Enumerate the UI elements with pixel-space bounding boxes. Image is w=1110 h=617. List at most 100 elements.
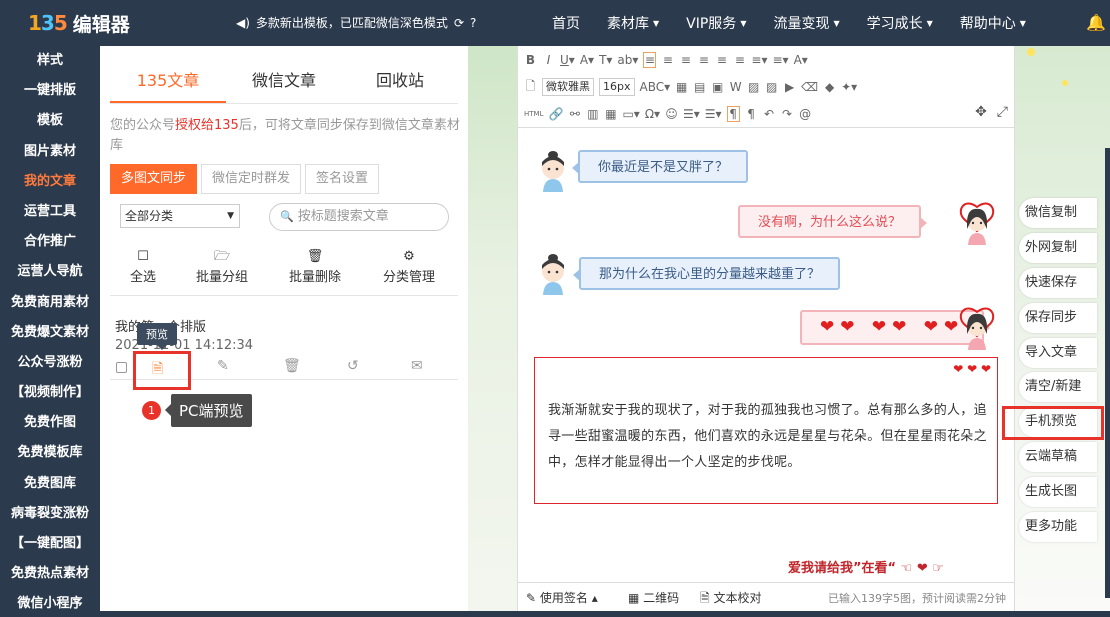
logo[interactable]: 135 编辑器: [28, 9, 130, 37]
sidebar-item[interactable]: 模板: [0, 106, 100, 136]
sidebar-item[interactable]: 免费爆文素材: [0, 318, 100, 348]
link-icon[interactable]: 🔗: [548, 107, 563, 121]
document-icon[interactable]: 🗋: [524, 77, 537, 98]
right-menu-button[interactable]: 外网复制: [1019, 232, 1097, 263]
announcement[interactable]: ◀) 多款新出模板，已匹配微信深色模式 ⟳ ?: [236, 14, 476, 31]
unlink-icon[interactable]: ⚯: [568, 107, 581, 121]
grid-icon[interactable]: ▤: [693, 80, 706, 94]
nav-home[interactable]: 首页: [552, 13, 580, 33]
align-left-icon[interactable]: ≡: [643, 52, 657, 68]
sidebar-item[interactable]: 合作推广: [0, 227, 100, 257]
tab-wechat-articles[interactable]: 微信文章: [226, 66, 342, 103]
right-menu-button[interactable]: 导入文章: [1019, 337, 1097, 368]
word-icon[interactable]: W: [729, 80, 742, 94]
text-style-icon[interactable]: T▾: [599, 53, 612, 67]
eraser-icon[interactable]: ⌫: [801, 80, 818, 94]
sidebar-item[interactable]: 运营人导航: [0, 257, 100, 287]
redo-icon[interactable]: ↷: [781, 107, 794, 121]
sidebar-item[interactable]: 样式: [0, 46, 100, 76]
outdent-icon[interactable]: ≡: [733, 53, 746, 67]
table-icon[interactable]: ▦: [675, 80, 688, 94]
format-painter-icon[interactable]: ▦: [604, 107, 617, 121]
use-signature-button[interactable]: ✎ 使用签名 ▴: [526, 589, 598, 606]
html-source-icon[interactable]: HTML: [524, 110, 543, 118]
gallery-icon[interactable]: ▨: [765, 80, 778, 94]
refresh-icon[interactable]: ⟳: [454, 16, 464, 30]
qrcode-button[interactable]: ▦ 二维码: [628, 589, 679, 606]
right-menu-button[interactable]: 云端草稿: [1019, 442, 1097, 473]
bold-icon[interactable]: B: [524, 53, 537, 67]
indent-icon[interactable]: ≡: [715, 53, 728, 67]
template-icon[interactable]: ▥: [586, 107, 599, 121]
omega-icon[interactable]: Ω▾: [645, 107, 660, 121]
image-icon[interactable]: ▣: [711, 80, 724, 94]
sidebar-item[interactable]: 公众号涨粉: [0, 348, 100, 378]
sidebar-item[interactable]: 我的文章: [0, 167, 100, 197]
find-icon[interactable]: @: [799, 107, 812, 121]
sidebar-item[interactable]: 免费图库: [0, 469, 100, 499]
picture-icon[interactable]: ▨: [747, 80, 760, 94]
italic-icon[interactable]: I: [542, 53, 555, 67]
scrollbar[interactable]: [1105, 148, 1110, 598]
article-search-input[interactable]: 🔍 按标题搜索文章: [269, 203, 449, 231]
select-all-button[interactable]: ☐ 全选: [110, 248, 176, 295]
article-checkbox[interactable]: [116, 362, 127, 373]
right-menu-button[interactable]: 清空/新建: [1019, 372, 1097, 403]
align-right-icon[interactable]: ≡: [679, 53, 692, 67]
fill-icon[interactable]: ◆: [823, 80, 836, 94]
font-size-select[interactable]: 16px: [599, 78, 635, 96]
magic-wand-icon[interactable]: ✦▾: [841, 80, 857, 94]
tab-recycle-bin[interactable]: 回收站: [342, 66, 458, 103]
align-justify-icon[interactable]: ≡: [697, 53, 710, 67]
nav-learning[interactable]: 学习成长 ▼: [867, 13, 933, 33]
ltr-icon[interactable]: ¶: [726, 106, 740, 122]
sidebar-item[interactable]: 运营工具: [0, 197, 100, 227]
help-icon[interactable]: ?: [470, 16, 476, 30]
quote-text-box[interactable]: ❤ ❤ ❤ 我渐渐就安于我的现状了，对于我的孤独我也习惯了。总有那么多的人，追寻…: [534, 357, 998, 504]
paragraph-spacing-icon[interactable]: ≡▾: [773, 53, 789, 67]
nav-monetize[interactable]: 流量变现 ▼: [773, 13, 839, 33]
tab-135-articles[interactable]: 135文章: [110, 66, 226, 103]
letter-spacing-icon[interactable]: A▾: [794, 53, 808, 67]
sidebar-item[interactable]: 【一键配图】: [0, 529, 100, 559]
batch-group-button[interactable]: 🗁 批量分组: [176, 248, 268, 295]
sidebar-item[interactable]: 病毒裂变涨粉: [0, 499, 100, 529]
history-icon[interactable]: ↺: [347, 358, 359, 374]
background-color-icon[interactable]: ab▾: [617, 53, 638, 67]
multi-article-sync-button[interactable]: 多图文同步: [110, 164, 198, 194]
category-select[interactable]: 全部分类 ▼: [120, 204, 240, 228]
line-spacing-icon[interactable]: ≡▾: [751, 53, 767, 67]
sidebar-item[interactable]: 免费热点素材: [0, 559, 100, 589]
sidebar-item[interactable]: 图片素材: [0, 137, 100, 167]
signature-settings-button[interactable]: 签名设置: [305, 164, 380, 194]
box-icon[interactable]: ▭▾: [622, 107, 639, 121]
emoji-icon[interactable]: ☺: [665, 107, 678, 121]
rtl-icon[interactable]: ¶: [745, 107, 758, 121]
fullscreen-icon[interactable]: ⤢: [997, 104, 1008, 120]
sidebar-item[interactable]: 免费模板库: [0, 438, 100, 468]
font-color-icon[interactable]: A▾: [580, 53, 594, 67]
undo-icon[interactable]: ↶: [763, 107, 776, 121]
right-menu-button[interactable]: 微信复制: [1019, 198, 1097, 228]
wechat-schedule-button[interactable]: 微信定时群发: [201, 164, 302, 194]
delete-icon[interactable]: 🗑: [283, 358, 301, 374]
edit-icon[interactable]: ✎: [217, 358, 229, 374]
category-manage-button[interactable]: ⚙ 分类管理: [362, 248, 456, 295]
nav-help[interactable]: 帮助中心 ▼: [960, 13, 1026, 33]
strikethrough-icon[interactable]: ABC▾: [640, 80, 671, 94]
video-icon[interactable]: ▶: [783, 80, 796, 94]
sidebar-item[interactable]: 免费商用素材: [0, 288, 100, 318]
right-menu-button[interactable]: 更多功能: [1019, 512, 1097, 543]
bell-icon[interactable]: 🔔: [1086, 13, 1106, 32]
right-menu-button[interactable]: 快速保存: [1019, 267, 1097, 298]
mail-icon[interactable]: ✉: [411, 358, 423, 374]
batch-delete-button[interactable]: 🗑 批量删除: [268, 248, 362, 295]
move-icon[interactable]: ✥: [975, 104, 987, 120]
sidebar-item[interactable]: 一键排版: [0, 76, 100, 106]
font-family-select[interactable]: 微软雅黑: [542, 78, 594, 96]
nav-vip[interactable]: VIP服务 ▼: [686, 13, 746, 33]
list-icon[interactable]: ☰▾: [683, 107, 700, 121]
nav-materials[interactable]: 素材库 ▼: [607, 13, 659, 33]
right-menu-button[interactable]: 生成长图: [1019, 477, 1097, 508]
sidebar-item[interactable]: 免费作图: [0, 408, 100, 438]
